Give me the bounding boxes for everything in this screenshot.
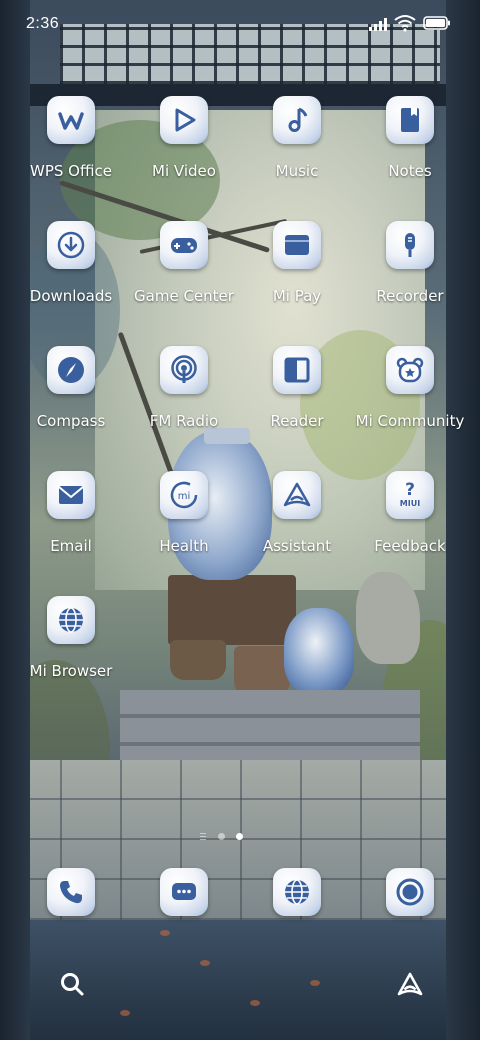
- message-icon: [160, 868, 208, 916]
- app-label: Mi Pay: [272, 287, 322, 305]
- app-mi-community[interactable]: Mi Community: [354, 346, 466, 430]
- assistant-icon[interactable]: [396, 970, 424, 998]
- page-dot-current: [236, 833, 243, 840]
- dock-camera[interactable]: [354, 868, 466, 916]
- play-icon: [160, 96, 208, 144]
- dock-messages[interactable]: [128, 868, 240, 916]
- status-bar: 2:36: [0, 0, 480, 52]
- app-label: Health: [159, 537, 209, 555]
- microphone-icon: [386, 221, 434, 269]
- app-label: FM Radio: [149, 412, 219, 430]
- page-indicator[interactable]: [198, 832, 258, 842]
- app-wps-office[interactable]: WPS Office: [15, 96, 127, 180]
- app-mi-pay[interactable]: Mi Pay: [241, 221, 353, 305]
- assistant-icon: [273, 471, 321, 519]
- app-label: Compass: [36, 412, 106, 430]
- compass-icon: [47, 346, 95, 394]
- app-game-center[interactable]: Game Center: [128, 221, 240, 305]
- app-compass[interactable]: Compass: [15, 346, 127, 430]
- app-label: Downloads: [29, 287, 113, 305]
- status-time: 2:36: [26, 15, 60, 32]
- app-label: Mi Community: [355, 412, 465, 430]
- dock-browser[interactable]: [241, 868, 353, 916]
- notes-icon: [386, 96, 434, 144]
- signal-icon: [369, 18, 387, 31]
- gamepad-icon: [160, 221, 208, 269]
- app-assistant[interactable]: Assistant: [241, 471, 353, 555]
- app-mi-browser[interactable]: Mi Browser: [15, 596, 127, 680]
- feed-indicator-icon: [200, 833, 206, 840]
- app-label: WPS Office: [30, 162, 112, 180]
- app-label: Feedback: [374, 537, 446, 555]
- globe-icon: [273, 868, 321, 916]
- app-label: Recorder: [376, 287, 444, 305]
- app-music[interactable]: Music: [241, 96, 353, 180]
- app-fm-radio[interactable]: FM Radio: [128, 346, 240, 430]
- app-label: Mi Video: [152, 162, 216, 180]
- radio-icon: [160, 346, 208, 394]
- wallet-icon: [273, 221, 321, 269]
- app-label: Notes: [388, 162, 432, 180]
- wps-office-icon: [47, 96, 95, 144]
- book-icon: [273, 346, 321, 394]
- app-recorder[interactable]: Recorder: [354, 221, 466, 305]
- download-icon: [47, 221, 95, 269]
- phone-icon: [47, 868, 95, 916]
- app-label: Assistant: [262, 537, 332, 555]
- page-dot: [218, 833, 225, 840]
- dock-phone[interactable]: [15, 868, 127, 916]
- mi-health-icon: mi: [160, 471, 208, 519]
- app-label: Mi Browser: [29, 662, 113, 680]
- app-label: Music: [275, 162, 319, 180]
- wifi-icon: [394, 15, 416, 32]
- app-label: Reader: [270, 412, 324, 430]
- bear-icon: [386, 346, 434, 394]
- envelope-icon: [47, 471, 95, 519]
- app-notes[interactable]: Notes: [354, 96, 466, 180]
- camera-icon: [386, 868, 434, 916]
- battery-icon: [423, 16, 450, 30]
- globe-icon: [47, 596, 95, 644]
- app-email[interactable]: Email: [15, 471, 127, 555]
- app-feedback[interactable]: ? MIUI Feedback: [354, 471, 466, 555]
- svg-text:?: ?: [405, 480, 415, 500]
- search-icon[interactable]: [58, 970, 86, 998]
- svg-text:mi: mi: [178, 491, 191, 502]
- music-note-icon: [273, 96, 321, 144]
- svg-text:MIUI: MIUI: [400, 499, 420, 508]
- app-label: Email: [50, 537, 92, 555]
- app-reader[interactable]: Reader: [241, 346, 353, 430]
- feedback-icon: ? MIUI: [386, 471, 434, 519]
- app-health[interactable]: mi Health: [128, 471, 240, 555]
- app-mi-video[interactable]: Mi Video: [128, 96, 240, 180]
- app-label: Game Center: [134, 287, 234, 305]
- app-downloads[interactable]: Downloads: [15, 221, 127, 305]
